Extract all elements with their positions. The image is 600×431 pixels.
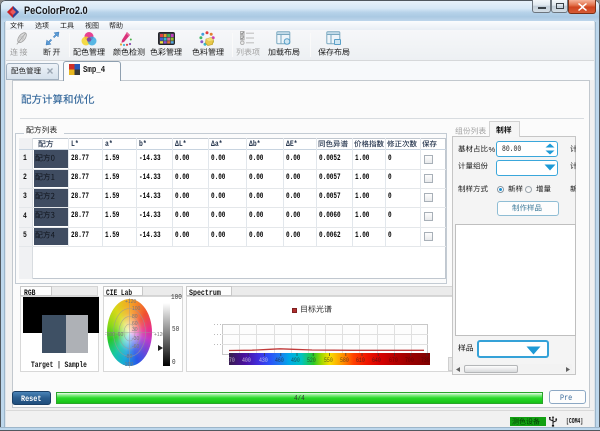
svg-text:100: 100 [132,306,141,312]
svg-text:-60: -60 [132,344,139,350]
svg-text:-30: -30 [132,336,139,342]
svg-text:80: 80 [132,314,138,320]
svg-text:-100: -100 [123,362,133,368]
svg-text:-60: -60 [116,332,123,338]
svg-text:-80: -80 [125,354,132,360]
svg-text:30: 30 [132,327,138,333]
svg-text:-100: -100 [105,332,115,338]
svg-text:+120: +120 [125,299,136,305]
